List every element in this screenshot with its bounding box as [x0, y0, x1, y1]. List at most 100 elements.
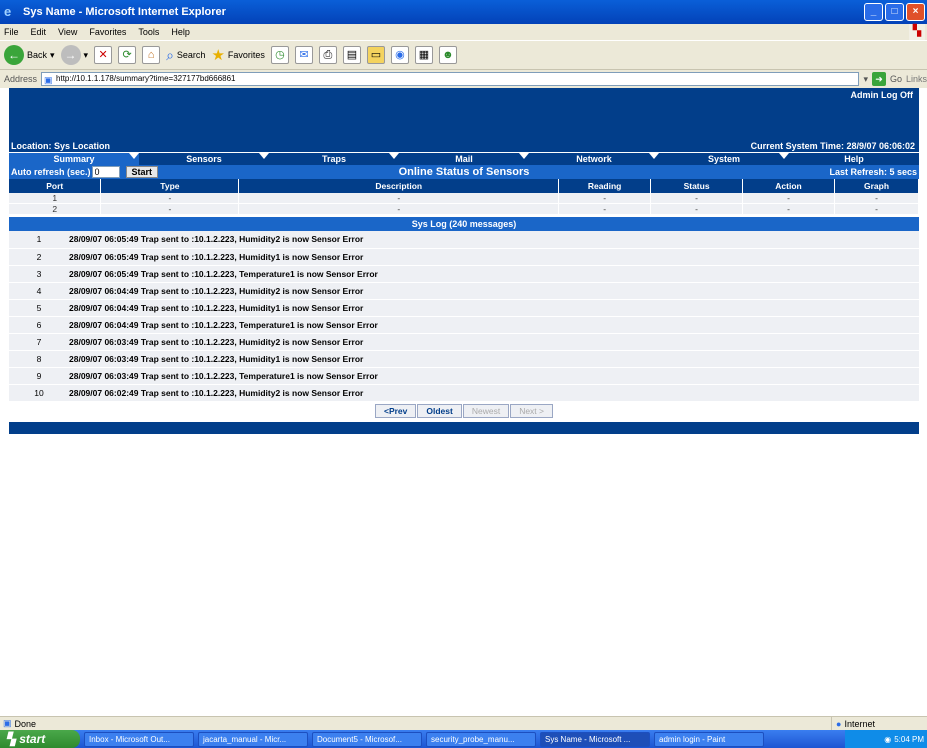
- col-type: Type: [100, 179, 240, 193]
- menu-bar: File Edit View Favorites Tools Help ▚: [0, 24, 927, 40]
- folder-icon[interactable]: ▭: [366, 46, 385, 64]
- maximize-button[interactable]: □: [885, 3, 904, 21]
- address-input[interactable]: ▣ http://10.1.1.178/summary?time=327177bd…: [41, 72, 860, 86]
- cell: -: [742, 203, 835, 215]
- prev-button[interactable]: <Prev: [374, 403, 417, 418]
- tab-network[interactable]: Network: [529, 153, 659, 165]
- log-number: 4: [9, 282, 69, 300]
- page-icon: ▣: [44, 75, 53, 85]
- globe-icon: ●: [836, 719, 842, 729]
- history-icon[interactable]: ◷: [270, 46, 289, 64]
- tab-help-label: Help: [844, 154, 864, 164]
- sensor-status-bar: Online Status of Sensors Auto refresh (s…: [9, 165, 919, 179]
- back-arrow-icon: ←: [4, 45, 24, 65]
- log-message: 28/09/07 06:03:49 Trap sent to :10.1.2.2…: [69, 333, 919, 351]
- taskbar-item[interactable]: Inbox - Microsoft Out...: [84, 731, 194, 747]
- log-message: 28/09/07 06:04:49 Trap sent to :10.1.2.2…: [69, 316, 919, 334]
- search-button[interactable]: ⌕ Search: [166, 47, 205, 64]
- cell: -: [100, 193, 240, 204]
- refresh-icon[interactable]: ⟳: [118, 46, 137, 64]
- menu-file[interactable]: File: [4, 27, 19, 37]
- menu-help[interactable]: Help: [171, 27, 190, 37]
- tab-sensors[interactable]: Sensors: [139, 153, 269, 165]
- log-number: 1: [9, 231, 69, 249]
- start-button[interactable]: Start: [125, 166, 159, 178]
- last-refresh: Last Refresh: 5 secs: [829, 167, 917, 177]
- auto-refresh-input[interactable]: [91, 166, 120, 178]
- clock: 5:04 PM: [894, 734, 924, 744]
- address-label: Address: [4, 74, 38, 84]
- cell: -: [558, 193, 652, 204]
- favorites-button[interactable]: ★ Favorites: [211, 46, 264, 64]
- back-button[interactable]: ← Back ▾: [4, 45, 55, 65]
- list-item: 10 28/09/07 06:02:49 Trap sent to :10.1.2…: [9, 384, 919, 402]
- cell: -: [834, 193, 919, 204]
- table-row: 2 - - - - - -: [9, 203, 919, 215]
- cell: -: [834, 203, 919, 215]
- menu-tools[interactable]: Tools: [138, 27, 159, 37]
- col-reading: Reading: [558, 179, 652, 193]
- list-item: 1 28/09/07 06:05:49 Trap sent to :10.1.2.…: [9, 231, 919, 249]
- tab-traps[interactable]: Traps: [269, 153, 399, 165]
- network-icon[interactable]: ◉: [884, 735, 891, 744]
- home-icon[interactable]: ⌂: [142, 46, 161, 64]
- minimize-button[interactable]: _: [864, 3, 883, 21]
- tab-system[interactable]: System: [659, 153, 789, 165]
- log-message: 28/09/07 06:05:49 Trap sent to :10.1.2.2…: [69, 248, 919, 266]
- menu-view[interactable]: View: [58, 27, 77, 37]
- taskbar-item[interactable]: security_probe_manu...: [426, 731, 536, 747]
- list-item: 2 28/09/07 06:05:49 Trap sent to :10.1.2.…: [9, 248, 919, 266]
- address-bar: Address ▣ http://10.1.1.178/summary?time=…: [0, 70, 927, 88]
- start-menu-button[interactable]: ▚ start: [0, 730, 80, 748]
- oldest-button[interactable]: Oldest: [417, 403, 462, 418]
- syslog-table: 1 28/09/07 06:05:49 Trap sent to :10.1.2.…: [9, 231, 919, 402]
- taskbar-item[interactable]: admin login - Paint: [654, 731, 764, 747]
- tab-summary[interactable]: Summary: [9, 153, 139, 165]
- list-item: 3 28/09/07 06:05:49 Trap sent to :10.1.2.…: [9, 265, 919, 283]
- logoff-link[interactable]: Log Off: [881, 90, 913, 100]
- log-message: 28/09/07 06:02:49 Trap sent to :10.1.2.2…: [69, 384, 919, 402]
- forward-button[interactable]: → ▾: [60, 45, 88, 65]
- tab-help[interactable]: Help: [789, 153, 919, 165]
- window-titlebar: e Sys Name - Microsoft Internet Explorer…: [0, 0, 927, 24]
- address-dropdown-icon[interactable]: ▾: [863, 74, 868, 85]
- go-arrow-icon[interactable]: ➜: [871, 72, 886, 86]
- messenger-icon[interactable]: ◉: [390, 46, 409, 64]
- tab-mail-label: Mail: [455, 154, 473, 164]
- admin-link[interactable]: Admin: [850, 90, 878, 100]
- log-message: 28/09/07 06:03:49 Trap sent to :10.1.2.2…: [69, 367, 919, 385]
- col-action: Action: [742, 179, 835, 193]
- zone-label: Internet: [844, 719, 875, 729]
- dropdown-arrow-icon: [519, 153, 529, 159]
- page-content: Admin Log Off Location: Sys Location Cur…: [9, 88, 919, 714]
- taskbar-item[interactable]: Document5 - Microsof...: [312, 731, 422, 747]
- location-bar: Location: Sys Location Current System Ti…: [9, 140, 919, 152]
- mail-icon[interactable]: ✉: [294, 46, 313, 64]
- start-label: start: [19, 732, 46, 746]
- research-icon[interactable]: ▦: [414, 46, 433, 64]
- newest-button: Newest: [462, 403, 510, 418]
- links-button[interactable]: Links: [906, 74, 927, 84]
- cell: -: [650, 203, 744, 215]
- menu-edit[interactable]: Edit: [31, 27, 47, 37]
- print-icon[interactable]: ⎙: [318, 46, 337, 64]
- tab-mail[interactable]: Mail: [399, 153, 529, 165]
- list-item: 9 28/09/07 06:03:49 Trap sent to :10.1.2.…: [9, 367, 919, 385]
- tab-network-label: Network: [576, 154, 612, 164]
- nav-tabs: Summary Sensors Traps Mail Network Syste…: [9, 152, 919, 165]
- go-button[interactable]: Go: [890, 74, 902, 84]
- search-label: Search: [176, 50, 206, 60]
- edit-icon[interactable]: ▤: [342, 46, 361, 64]
- stop-icon[interactable]: ✕: [94, 46, 113, 64]
- dropdown-arrow-icon: [129, 153, 139, 159]
- cell: 1: [9, 193, 102, 204]
- close-button[interactable]: ×: [906, 3, 925, 21]
- tab-system-label: System: [707, 154, 741, 164]
- taskbar-item[interactable]: jacarta_manual - Micr...: [198, 731, 308, 747]
- taskbar-item[interactable]: Sys Name - Microsoft ...: [540, 731, 650, 747]
- users-icon[interactable]: ☻: [438, 46, 457, 64]
- sensor-table: Port Type Description Reading Status Act…: [9, 179, 919, 215]
- security-zone: ● Internet: [831, 717, 927, 731]
- log-message: 28/09/07 06:05:49 Trap sent to :10.1.2.2…: [69, 231, 919, 249]
- menu-favorites[interactable]: Favorites: [89, 27, 126, 37]
